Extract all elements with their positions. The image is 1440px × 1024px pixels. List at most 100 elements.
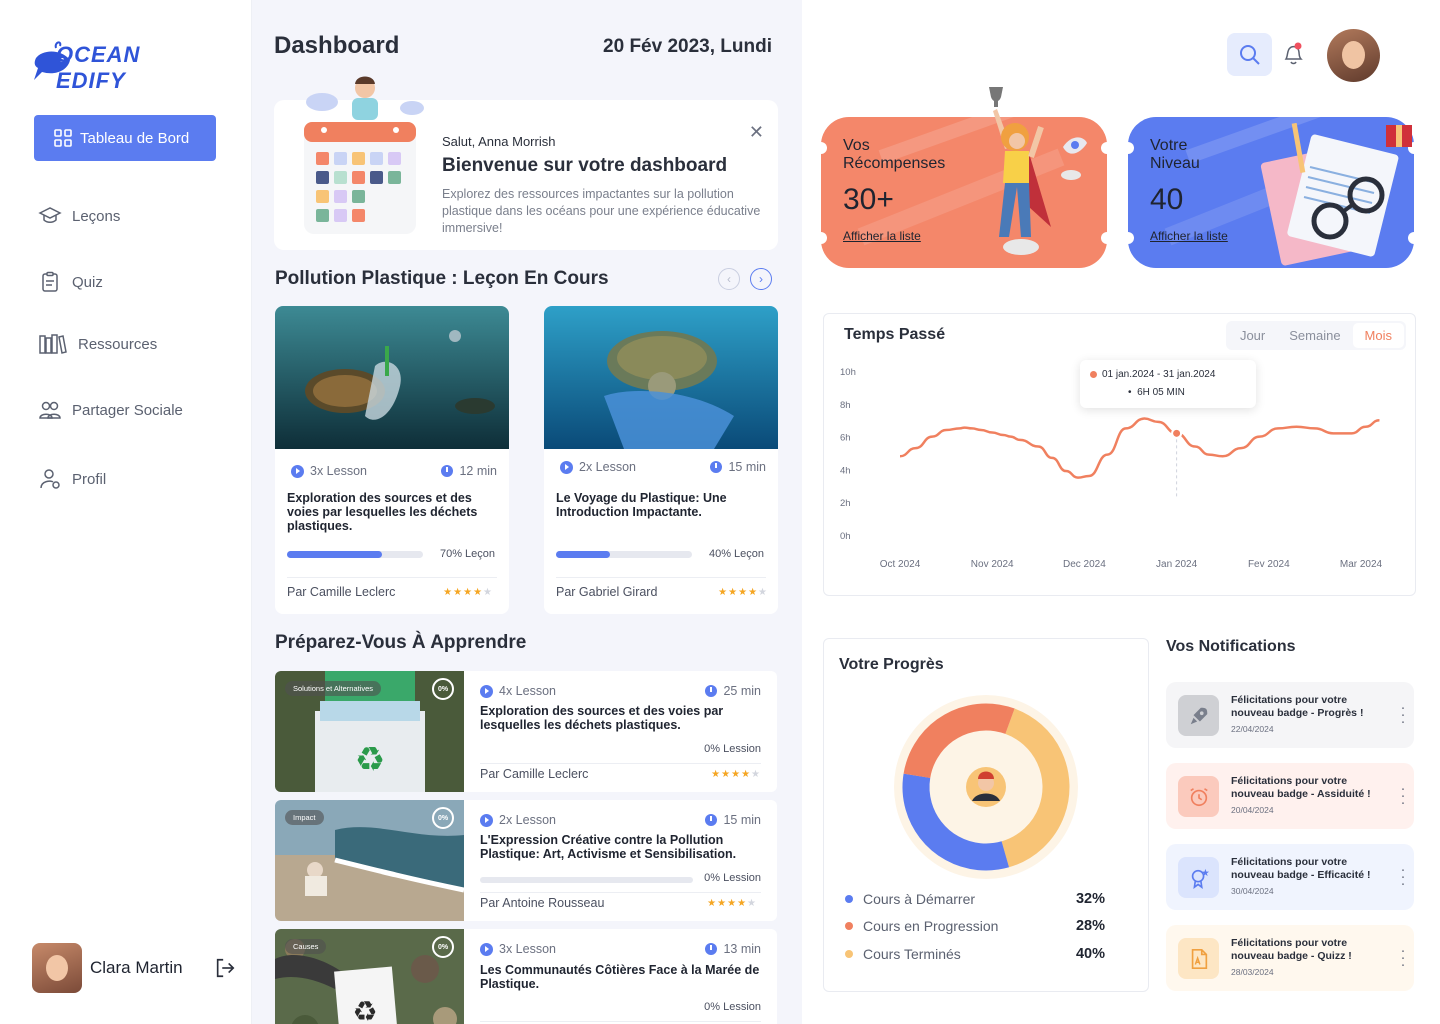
notification-item[interactable]: Félicitations pour votre nouveau badge - … bbox=[1166, 925, 1414, 991]
clipboard-icon bbox=[42, 271, 58, 292]
more-vertical-icon[interactable]: · · · bbox=[1400, 943, 1406, 972]
lesson-duration: 25 min bbox=[705, 684, 761, 698]
legend-label: Cours en Progression bbox=[845, 918, 998, 934]
tooltip-value: • 6H 05 MIN bbox=[1128, 387, 1185, 398]
progress-circle: 0% bbox=[432, 678, 454, 700]
clock-icon bbox=[705, 685, 718, 697]
dashboard-grid-icon bbox=[54, 129, 72, 147]
star-icon: ★ bbox=[721, 769, 732, 780]
level-value: 40 bbox=[1150, 183, 1184, 216]
rating-stars: ★★★★★ bbox=[718, 587, 768, 598]
clock-icon bbox=[441, 465, 454, 477]
lesson-duration-text: 12 min bbox=[459, 464, 497, 478]
star-badge-icon bbox=[1191, 868, 1209, 889]
right-panel: Vos Récompenses 30+ Afficher la liste Vo… bbox=[802, 0, 1440, 1024]
nav-tableau-de-bord[interactable]: Tableau de Bord bbox=[34, 115, 216, 161]
more-vertical-icon[interactable]: · · · bbox=[1400, 862, 1406, 891]
star-icon: ★ bbox=[731, 769, 742, 780]
x-tick-label: Nov 2024 bbox=[971, 559, 1014, 570]
prepare-title: Préparez-Vous À Apprendre bbox=[275, 632, 527, 653]
lesson-count-text: 4x Lesson bbox=[499, 684, 556, 698]
ocean-edify-logo[interactable]: OCEAN EDIFY bbox=[32, 34, 202, 93]
user-profile[interactable]: Clara Martin bbox=[32, 943, 242, 993]
nav-ressources[interactable]: Ressources bbox=[38, 332, 157, 356]
level-list-link[interactable]: Afficher la liste bbox=[1150, 229, 1228, 243]
legend-dot bbox=[845, 922, 853, 930]
category-tag: Impact bbox=[285, 810, 324, 825]
close-icon[interactable]: ✕ bbox=[749, 122, 764, 143]
list-item[interactable]: ♻ Solutions et Alternatives 0% 4x Lesson… bbox=[275, 671, 777, 792]
lesson-meta: 2x Lesson 15 min bbox=[560, 460, 766, 474]
more-vertical-icon[interactable]: · · · bbox=[1400, 700, 1406, 729]
rewards-card[interactable]: Vos Récompenses 30+ Afficher la liste bbox=[815, 87, 1113, 268]
list-item[interactable]: Impact 0% 2x Lesson 15 min L'Expression … bbox=[275, 800, 777, 921]
star-icon: ★ bbox=[741, 769, 752, 780]
welcome-card: Salut, Anna Morrish Bienvenue sur votre … bbox=[274, 76, 778, 250]
rewards-list-link[interactable]: Afficher la liste bbox=[843, 229, 921, 243]
level-card[interactable]: Votre Niveau 40 Afficher la liste bbox=[1122, 117, 1420, 268]
y-tick-label: 6h bbox=[840, 433, 851, 444]
play-icon bbox=[480, 942, 493, 956]
clock-icon bbox=[710, 461, 723, 473]
star-icon: ★ bbox=[718, 587, 729, 598]
notification-line2: nouveau badge - Quizz ! bbox=[1231, 950, 1352, 962]
nav-label-partager-sociale: Partager Sociale bbox=[72, 401, 183, 419]
nav-partager-sociale[interactable]: Partager Sociale bbox=[38, 398, 183, 422]
chevron-left-icon[interactable]: ‹ bbox=[718, 268, 740, 290]
lesson-card[interactable]: 3x Lesson 12 min Exploration des sources… bbox=[275, 306, 509, 614]
sidebar: OCEAN EDIFY Tableau de Bord Leçons Quiz … bbox=[0, 0, 252, 1024]
list-item[interactable]: ♻ Causes 0% 3x Lesson 13 min Les Communa… bbox=[275, 929, 777, 1024]
notification-icon-box bbox=[1178, 938, 1219, 979]
logout-icon[interactable] bbox=[214, 957, 236, 979]
notification-line1: Félicitations pour votre bbox=[1231, 937, 1348, 949]
y-tick-label: 2h bbox=[840, 498, 851, 509]
level-label-line2: Niveau bbox=[1150, 155, 1200, 172]
users-icon bbox=[39, 401, 61, 419]
bell-icon[interactable] bbox=[1282, 42, 1304, 66]
highlight-point[interactable] bbox=[1171, 427, 1183, 439]
lesson-count: 2x Lesson bbox=[480, 813, 556, 827]
notification-line1: Félicitations pour votre bbox=[1231, 856, 1348, 868]
star-icon: ★ bbox=[758, 587, 768, 598]
y-tick-label: 4h bbox=[840, 465, 851, 476]
notification-item[interactable]: Félicitations pour votre nouveau badge - … bbox=[1166, 844, 1414, 910]
nav-quiz[interactable]: Quiz bbox=[38, 270, 103, 294]
x-tick-label: Jan 2024 bbox=[1156, 559, 1198, 570]
lesson-progress-label: 40% Leçon bbox=[708, 548, 764, 560]
more-vertical-icon[interactable]: · · · bbox=[1400, 781, 1406, 810]
legend-text: Cours Terminés bbox=[863, 946, 961, 962]
trophy-girl-illustration bbox=[989, 87, 1087, 255]
lesson-count: 2x Lesson bbox=[560, 460, 636, 474]
nav-label-lecons: Leçons bbox=[72, 207, 121, 225]
avatar[interactable] bbox=[1327, 29, 1380, 82]
lesson-progress-label: 0% Lession bbox=[704, 743, 761, 755]
notification-item[interactable]: Félicitations pour votre nouveau badge - … bbox=[1166, 763, 1414, 829]
lesson-card[interactable]: 2x Lesson 15 min Le Voyage du Plastique:… bbox=[544, 306, 778, 614]
tooltip-dot bbox=[1090, 371, 1097, 378]
nav-profil[interactable]: Profil bbox=[38, 467, 106, 491]
user-name: Clara Martin bbox=[90, 958, 183, 977]
star-icon: ★ bbox=[463, 587, 474, 598]
y-tick-label: 0h bbox=[840, 531, 851, 542]
star-icon: ★ bbox=[751, 769, 761, 780]
rewards-label-line2: Récompenses bbox=[843, 155, 946, 172]
notification-icon-box bbox=[1178, 695, 1219, 736]
divider bbox=[480, 763, 761, 764]
lesson-count: 3x Lesson bbox=[480, 942, 556, 956]
notification-text: Félicitations pour votre nouveau badge - … bbox=[1231, 775, 1391, 801]
welcome-title: Bienvenue sur votre dashboard bbox=[442, 155, 728, 176]
nav-lecons[interactable]: Leçons bbox=[38, 204, 120, 228]
search-button[interactable] bbox=[1227, 33, 1272, 76]
series-line bbox=[899, 417, 1380, 479]
clock-icon bbox=[705, 943, 718, 955]
notification-line1: Félicitations pour votre bbox=[1231, 694, 1348, 706]
carousel-arrows: ‹ › bbox=[718, 268, 772, 290]
lesson-count: 4x Lesson bbox=[480, 684, 556, 698]
line-chart-svg: 10h 8h 6h 4h 2h 0h Oct 2024 Nov 2024 Dec 2024 Ja… bbox=[840, 367, 1383, 570]
category-tag: Causes bbox=[285, 939, 327, 954]
lesson-count-text: 2x Lesson bbox=[499, 813, 556, 827]
legend-text: Cours en Progression bbox=[863, 918, 999, 934]
notification-item[interactable]: Félicitations pour votre nouveau badge - … bbox=[1166, 682, 1414, 748]
chevron-right-icon[interactable]: › bbox=[750, 268, 772, 290]
lesson-title: Exploration des sources et des voies par… bbox=[287, 491, 478, 533]
